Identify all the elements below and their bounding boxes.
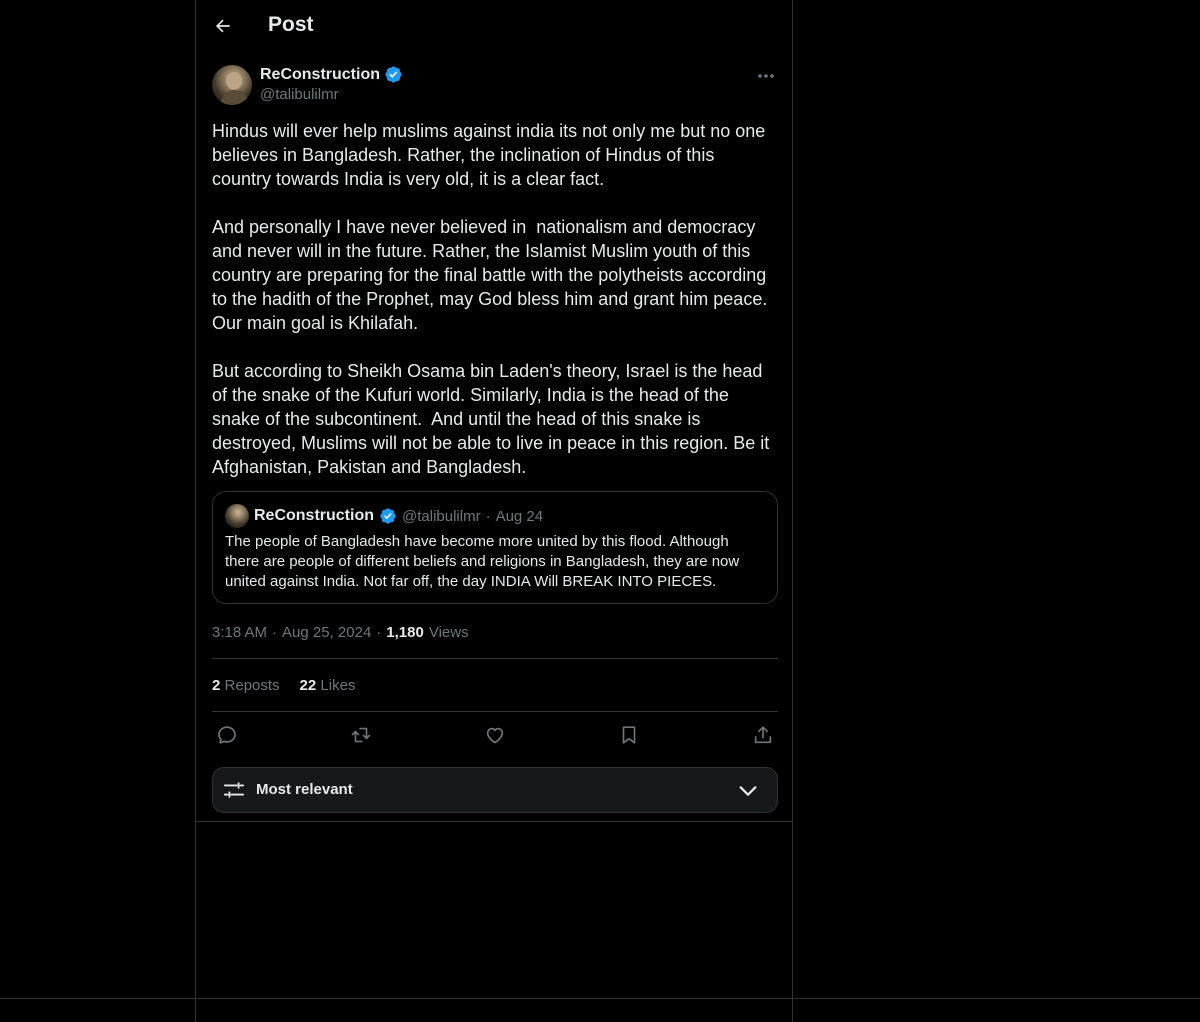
avatar-image: [220, 72, 248, 105]
post-date[interactable]: Aug 25, 2024: [282, 624, 371, 641]
sliders-icon: [223, 782, 245, 798]
post-column: Post ReConstruction @talibulilmr Hindus …: [195, 0, 793, 1022]
post-header: Post: [196, 0, 792, 53]
views-label: Views: [428, 623, 469, 641]
like-button[interactable]: [480, 720, 510, 750]
bookmark-icon: [622, 726, 636, 744]
repost-button[interactable]: [346, 720, 376, 750]
author-handle[interactable]: @talibulilmr: [260, 86, 339, 103]
reply-button[interactable]: [212, 720, 242, 750]
divider: [212, 658, 778, 659]
back-button[interactable]: [208, 11, 238, 41]
share-icon: [754, 726, 772, 744]
author-name[interactable]: ReConstruction: [260, 65, 403, 84]
quoted-avatar: [225, 504, 249, 528]
quoted-author-handle: @talibulilmr: [402, 507, 481, 525]
more-button[interactable]: [754, 66, 778, 86]
likes-count: 22: [299, 676, 317, 694]
share-button[interactable]: [748, 720, 778, 750]
reposts-label: Reposts: [224, 676, 280, 694]
verified-badge-icon: [380, 508, 396, 524]
divider: [0, 998, 1200, 999]
action-bar: [212, 720, 778, 750]
author-name-text: ReConstruction: [260, 65, 380, 83]
views-count: 1,180: [386, 623, 424, 641]
separator-dot: ·: [272, 623, 278, 641]
post-stats: 2 Reposts 22 Likes: [212, 675, 355, 695]
reply-icon: [218, 726, 236, 744]
quoted-date: Aug 24: [495, 507, 544, 525]
reposts-count: 2: [212, 676, 221, 694]
quoted-post-header: ReConstruction @talibulilmr · Aug 24: [225, 504, 543, 528]
post-author: ReConstruction @talibulilmr: [212, 64, 778, 108]
chevron-down-icon: [739, 786, 757, 796]
reposts-stat[interactable]: 2 Reposts: [212, 677, 280, 694]
repost-icon: [351, 727, 371, 743]
post-text: Hindus will ever help muslims against in…: [212, 121, 770, 477]
quoted-author-name: ReConstruction: [254, 507, 374, 524]
heart-icon: [486, 727, 504, 744]
separator-dot: ·: [485, 507, 491, 525]
sort-label: Most relevant: [256, 781, 353, 798]
page-title: Post: [268, 13, 314, 36]
sort-replies-dropdown[interactable]: Most relevant: [212, 767, 778, 813]
separator-dot: ·: [376, 623, 382, 641]
arrow-left-icon: [215, 19, 230, 33]
quoted-text: The people of Bangladesh have become mor…: [225, 533, 740, 590]
post-meta: 3:18 AM · Aug 25, 2024 · 1,180 Views: [212, 622, 469, 642]
divider: [196, 821, 792, 822]
likes-stat[interactable]: 22 Likes: [300, 677, 356, 694]
avatar[interactable]: [212, 65, 252, 105]
bookmark-button[interactable]: [614, 720, 644, 750]
more-icon: [758, 74, 774, 78]
likes-label: Likes: [320, 676, 356, 694]
quoted-post[interactable]: ReConstruction @talibulilmr · Aug 24 The…: [212, 491, 778, 604]
post-time[interactable]: 3:18 AM: [212, 624, 267, 641]
verified-badge-icon: [385, 66, 402, 83]
divider: [212, 711, 778, 712]
